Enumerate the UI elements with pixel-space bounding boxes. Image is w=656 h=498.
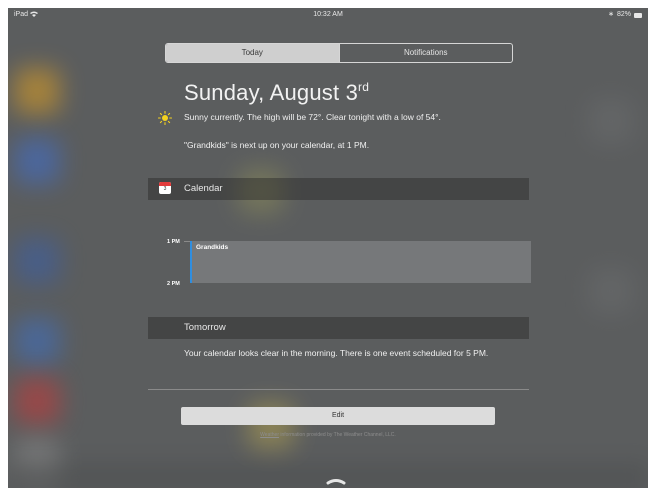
tab-today[interactable]: Today	[166, 44, 339, 62]
blurred-app-icon	[588, 98, 634, 144]
divider	[148, 389, 529, 390]
credits-text: information provided by The Weather Chan…	[278, 432, 396, 438]
date-suffix: rd	[358, 80, 370, 94]
status-right: ∗ 82%	[608, 8, 642, 22]
calendar-app-icon: 3	[159, 182, 171, 194]
segmented-control: Today Notifications	[165, 43, 513, 63]
status-time: 10:32 AM	[313, 11, 343, 18]
tomorrow-header-label: Tomorrow	[184, 322, 226, 333]
battery-percentage: 82%	[616, 11, 631, 18]
calendar-section-header[interactable]: Calendar	[148, 178, 529, 200]
weather-credits: Weather information provided by The Weat…	[0, 432, 656, 438]
blurred-app-icon	[14, 68, 60, 114]
weather-summary: Sunny currently. The high will be 72°. C…	[184, 112, 441, 122]
blurred-app-icon	[588, 268, 634, 314]
sun-icon	[158, 111, 172, 125]
blurred-app-icon	[14, 378, 60, 424]
bluetooth-icon: ∗	[608, 11, 614, 18]
event-title: Grandkids	[196, 244, 229, 251]
edit-button[interactable]: Edit	[181, 407, 495, 425]
time-label-1pm: 1 PM	[167, 239, 180, 245]
battery-icon	[634, 12, 642, 18]
tomorrow-section-header: Tomorrow	[148, 317, 529, 339]
status-bar: iPad 10:32 AM ∗ 82%	[8, 8, 648, 22]
tab-notifications[interactable]: Notifications	[338, 44, 513, 62]
blurred-app-icon	[14, 138, 60, 184]
next-event-summary: "Grandkids" is next up on your calendar,…	[184, 140, 370, 150]
weather-link[interactable]: Weather	[260, 432, 279, 438]
date-main: Sunday, August 3	[184, 80, 359, 105]
blurred-app-icon	[14, 318, 60, 364]
notification-center: iPad 10:32 AM ∗ 82% Today Notifications …	[8, 8, 648, 488]
tomorrow-summary: Your calendar looks clear in the morning…	[184, 348, 489, 358]
date-heading: Sunday, August 3rd	[184, 80, 369, 106]
blurred-app-icon	[14, 238, 60, 284]
calendar-header-label: Calendar	[184, 183, 223, 194]
calendar-event-grandkids[interactable]: Grandkids	[190, 241, 531, 283]
time-label-2pm: 2 PM	[167, 281, 180, 287]
grabber-handle-icon[interactable]	[318, 472, 354, 488]
